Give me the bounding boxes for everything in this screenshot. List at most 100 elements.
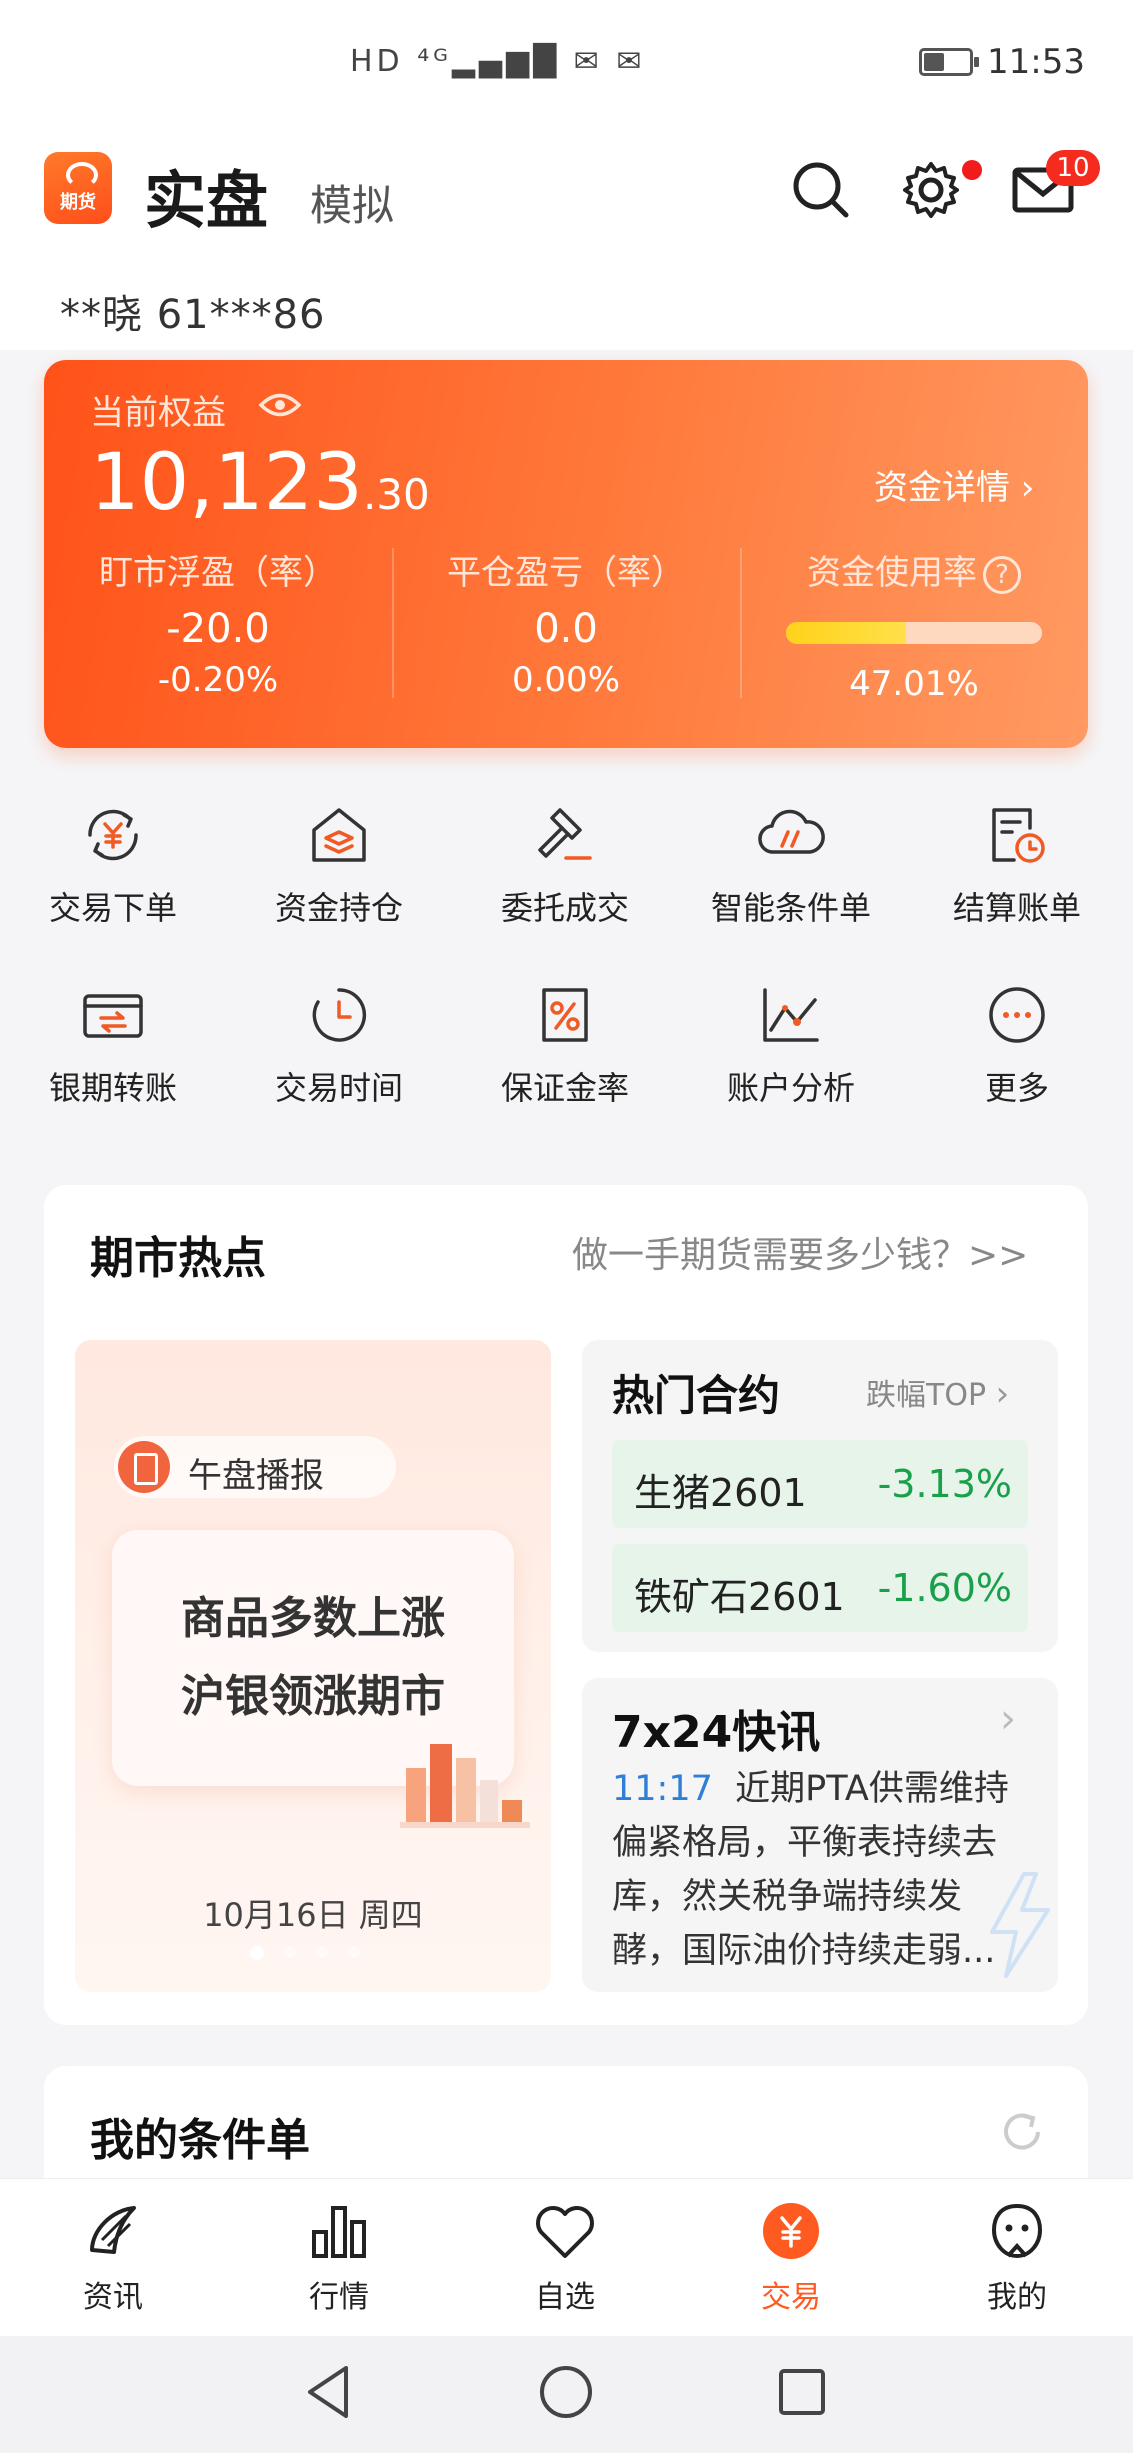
news-icon	[0, 2196, 226, 2266]
grid-item-house-layers[interactable]: 资金持仓	[226, 795, 452, 929]
nav-label: 自选	[535, 2280, 595, 2315]
nav-label: 交易	[761, 2280, 821, 2315]
divider	[392, 548, 394, 698]
bars-decoration-icon	[400, 1728, 530, 1828]
battery-icon	[919, 48, 980, 76]
home-icon[interactable]	[538, 2364, 594, 2424]
grid-item-percent[interactable]: 保证金率	[452, 975, 678, 1109]
clock-icon	[226, 975, 452, 1055]
trade-yuan-icon	[678, 2196, 904, 2266]
nav-news[interactable]: 资讯	[0, 2196, 226, 2316]
tab-real[interactable]: 实盘	[144, 150, 268, 240]
carousel-dot[interactable]	[348, 1946, 360, 1958]
hot-contracts-title: 热门合约	[612, 1371, 781, 1420]
floating-pl-label: 盯市浮盈（率）	[99, 553, 337, 593]
carousel-dots[interactable]	[250, 1946, 360, 1960]
more-icon	[904, 975, 1130, 1055]
condition-orders-title: 我的条件单	[90, 2115, 310, 2166]
promo-line1: 商品多数上涨	[181, 1593, 445, 1644]
divider	[740, 548, 742, 698]
help-icon[interactable]: ?	[983, 555, 1021, 594]
percent-icon	[452, 975, 678, 1055]
grid-item-cloud[interactable]: 智能条件单	[678, 795, 904, 929]
equity-value: 10,123.30	[90, 438, 430, 528]
grid-item-bill-clock[interactable]: 结算账单	[904, 795, 1130, 929]
grid-item-yuan-cycle[interactable]: 交易下单	[0, 795, 226, 929]
heart-icon	[452, 2196, 678, 2266]
nav-trade-yuan[interactable]: 交易	[678, 2196, 904, 2316]
news-flash-text: 11:17 近期PTA供需维持偏紧格局，平衡表持续去库，然关税争端持续发酵，国际…	[612, 1769, 1009, 1971]
bar-chart-icon	[226, 2196, 452, 2266]
lightning-icon	[978, 1870, 1058, 1980]
bill-clock-icon	[904, 795, 1130, 875]
chevron-right-icon: ›	[995, 1374, 1010, 1414]
status-icons: HD ⁴ᴳ▂▄▆█ ✉ ✉	[350, 44, 646, 79]
nav-label: 资讯	[83, 2280, 143, 2315]
nav-label: 我的	[987, 2280, 1047, 2315]
closed-pl-label: 平仓盈亏（率）	[447, 553, 685, 593]
grid-item-label: 交易下单	[48, 889, 177, 927]
carousel-dot[interactable]	[284, 1946, 296, 1958]
grid-item-label: 保证金率	[500, 1069, 629, 1107]
report-icon	[118, 1441, 170, 1493]
floating-pl-rate: -0.20%	[157, 660, 279, 700]
yuan-cycle-icon	[0, 795, 226, 875]
promo-chip-label: 午盘播报	[188, 1456, 324, 1496]
mail-badge: 10	[1046, 150, 1100, 186]
grid-item-label: 委托成交	[500, 889, 629, 927]
equity-label: 当前权益	[90, 393, 226, 433]
nav-label: 行情	[309, 2280, 369, 2315]
nav-profile[interactable]: 我的	[904, 2196, 1130, 2316]
recents-icon[interactable]	[778, 2368, 826, 2420]
card-transfer-icon	[0, 975, 226, 1055]
cloud-icon	[678, 795, 904, 875]
status-right: 11:53	[919, 42, 1085, 82]
grid-item-clock[interactable]: 交易时间	[226, 975, 452, 1109]
margin-cost-link[interactable]: 做一手期货需要多少钱？>>	[572, 1226, 1028, 1278]
grid-item-label: 账户分析	[726, 1069, 855, 1107]
grid-item-card-transfer[interactable]: 银期转账	[0, 975, 226, 1109]
settings-icon[interactable]	[896, 155, 966, 225]
line-chart-icon	[678, 975, 904, 1055]
grid-item-label: 智能条件单	[710, 889, 871, 927]
drop-top-link[interactable]: 跌幅TOP ›	[866, 1370, 1009, 1414]
contract-change: -3.13%	[877, 1462, 1012, 1506]
fund-usage-rate: 47.01%	[849, 664, 979, 704]
gavel-icon	[452, 795, 678, 875]
grid-item-label: 更多	[984, 1069, 1049, 1107]
carousel-dot[interactable]	[250, 1946, 264, 1960]
hot-title: 期市热点	[90, 1233, 266, 1284]
floating-pl-value: -20.0	[166, 606, 270, 652]
profile-icon	[904, 2196, 1130, 2266]
eye-icon[interactable]	[258, 390, 302, 420]
grid-item-gavel[interactable]: 委托成交	[452, 795, 678, 929]
chevron-right-icon: ›	[1000, 1696, 1016, 1742]
promo-line2: 沪银领涨期市	[181, 1671, 445, 1722]
news-flash-title: 7x24快讯	[612, 1707, 821, 1758]
grid-item-label: 资金持仓	[274, 889, 403, 927]
fund-usage-bar	[786, 622, 1042, 644]
grid-item-line-chart[interactable]: 账户分析	[678, 975, 904, 1109]
carousel-dot[interactable]	[316, 1946, 328, 1958]
contract-change: -1.60%	[877, 1566, 1012, 1610]
settings-dot	[962, 160, 982, 180]
back-icon[interactable]	[304, 2364, 352, 2424]
contract-name: 生猪2601	[634, 1471, 807, 1515]
promo-date: 10月16日 周四	[203, 1896, 423, 1934]
account-label: **晓 61***86	[60, 292, 326, 338]
grid-item-label: 结算账单	[952, 889, 1081, 927]
status-time: 11:53	[987, 42, 1085, 82]
nav-bar-chart[interactable]: 行情	[226, 2196, 452, 2316]
refresh-icon[interactable]	[998, 2108, 1046, 2156]
app-logo: 期货	[44, 152, 112, 224]
nav-heart[interactable]: 自选	[452, 2196, 678, 2316]
grid-item-label: 银期转账	[48, 1069, 177, 1107]
house-layers-icon	[226, 795, 452, 875]
grid-item-more[interactable]: 更多	[904, 975, 1130, 1109]
fund-detail-link[interactable]: 资金详情 ›	[874, 460, 1034, 509]
tab-sim[interactable]: 模拟	[310, 172, 394, 233]
fund-usage-label: 资金使用率?	[764, 545, 1064, 594]
grid-item-label: 交易时间	[274, 1069, 403, 1107]
search-icon[interactable]	[786, 155, 856, 225]
closed-pl-rate: 0.00%	[511, 660, 620, 700]
